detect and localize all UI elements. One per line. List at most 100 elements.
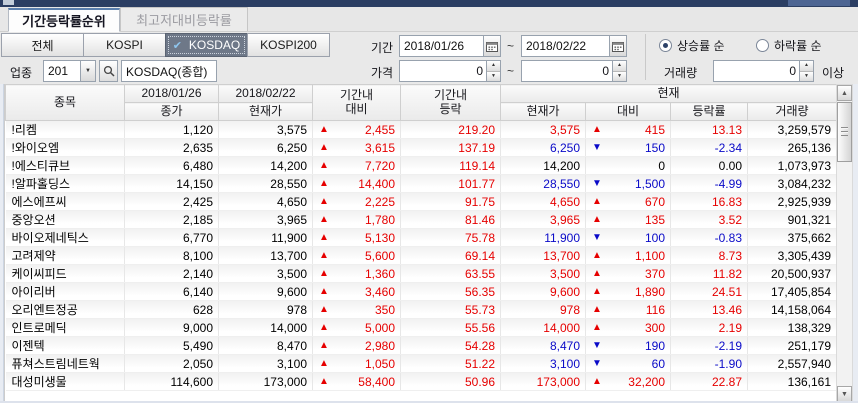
market-kospi-button[interactable]: KOSPI [83,33,166,57]
volume-value: 0 [789,64,796,78]
up-arrow-icon: ▲ [592,195,602,207]
market-kosdaq-button[interactable]: ✔ KOSDAQ [165,33,248,57]
period-change-cell: ▲ 2,225 [312,192,401,211]
spinner-buttons[interactable]: ▲ ▼ [486,61,500,81]
current-price-cell: 14,000 [500,318,586,337]
spin-up-icon[interactable]: ▲ [613,61,626,72]
spinner-buttons[interactable]: ▲ ▼ [612,61,626,81]
table-row[interactable]: !알파홀딩스 14,150 28,550 ▲ 14,400 101.77 28,550 ▼ 1,… [5,174,838,193]
period-from-input[interactable] [400,36,483,56]
change-value: 1,100 [634,248,665,263]
spin-down-icon[interactable]: ▼ [613,71,626,81]
col-header-date-to[interactable]: 2018/02/22 [218,84,313,103]
base-price-cell: 11,900 [218,228,313,247]
close-price-cell: 2,635 [124,138,219,157]
sort-up-option[interactable]: 상승률 순 [659,37,725,54]
spin-up-icon[interactable]: ▲ [487,61,500,72]
base-price-cell: 14,000 [218,318,313,337]
col-header-current-group[interactable]: 현재 [499,84,838,103]
scrollbar-thumb[interactable] [837,102,852,162]
up-arrow-icon: ▲ [319,357,329,369]
up-arrow-icon: ▲ [319,267,329,279]
scroll-down-button[interactable]: ▼ [837,386,852,402]
table-row[interactable]: 고려제약 8,100 13,700 ▲ 5,600 69.14 13,700 ▲ 1,100 8.… [5,246,838,265]
ranking-grid: 종목 2018/01/26 2018/02/22 기간내 대비 기간내 등락 현재 … [4,84,838,403]
close-price-cell: 5,490 [124,336,219,355]
tab-highlow-rank[interactable]: 최고저대비등락률 [120,7,248,31]
close-price-cell: 628 [124,300,219,319]
period-rate-cell: 55.56 [400,318,501,337]
table-row[interactable]: !에스티큐브 6,480 14,200 ▲ 7,720 119.14 14,200 0 0.00… [5,156,838,175]
sort-down-option[interactable]: 하락률 순 [756,37,822,54]
vertical-scrollbar[interactable]: ▲ ▼ [836,84,853,403]
up-arrow-icon: ▲ [592,285,602,297]
col-header-date-from[interactable]: 2018/01/26 [124,84,219,103]
up-arrow-icon: ▲ [592,213,602,225]
period-change-cell: ▲ 14,400 [312,174,401,193]
period-change-cell: ▲ 1,360 [312,264,401,283]
spinner-buttons[interactable]: ▲ ▼ [799,61,813,81]
spin-down-icon[interactable]: ▼ [487,71,500,81]
col-header-price[interactable]: 현재가 [218,102,313,121]
stock-name-cell: 이젠텍 [5,336,125,355]
period-change-cell: ▲ 3,615 [312,138,401,157]
scroll-up-button[interactable]: ▲ [837,85,852,101]
period-rate-cell: 219.20 [400,120,501,139]
volume-cell: 3,305,439 [747,246,838,265]
up-arrow-icon: ▲ [319,159,329,171]
combo-arrow-icon[interactable]: ▼ [80,61,95,81]
market-kospi200-button[interactable]: KOSPI200 [247,33,330,57]
calendar-button-from[interactable] [483,36,500,56]
volume-cell: 138,329 [747,318,838,337]
price-min-spinner[interactable]: 0 ▲ ▼ [399,60,501,82]
table-row[interactable]: !와이오엠 2,635 6,250 ▲ 3,615 137.19 6,250 ▼ 150 -2.3… [5,138,838,157]
table-row[interactable]: 오리엔트정공 628 978 ▲ 350 55.73 978 ▲ 116 13.46 14,158,… [5,300,838,319]
ranking-table: 종목 2018/01/26 2018/02/22 기간내 대비 기간내 등락 현재 … [5,84,838,391]
up-arrow-icon: ▲ [319,123,329,135]
period-to-input[interactable] [522,36,609,56]
change-value: 150 [644,140,665,155]
sector-search-button[interactable] [99,60,118,82]
table-row[interactable]: 바이오제네틱스 6,770 11,900 ▲ 5,130 75.78 11,900 ▼ 100-… [5,228,838,247]
base-price-cell: 3,965 [218,210,313,229]
change-value: 415 [644,122,665,137]
market-all-button[interactable]: 전체 [1,33,84,57]
current-price-cell: 4,650 [500,192,586,211]
scrollbar-grip-icon [841,127,848,136]
col-header-period-diff[interactable]: 기간내 대비 [312,84,401,121]
spin-down-icon[interactable]: ▼ [800,71,813,81]
table-row[interactable]: 인트로메딕 9,000 14,000 ▲ 5,000 55.56 14,000 ▲ 300 2.1… [5,318,838,337]
stock-name-cell: 중앙오션 [5,210,125,229]
col-header-period-rate[interactable]: 기간내 등락 [400,84,501,121]
col-header-cur-price[interactable]: 현재가 [500,102,586,121]
volume-cell: 251,179 [747,336,838,355]
table-row[interactable]: 퓨쳐스트림네트웍 2,050 3,100 ▲ 1,050 51.22 3,100 ▼ 60 -1.… [5,354,838,373]
table-row[interactable]: 중앙오션 2,185 3,965 ▲ 1,780 81.46 3,965 ▲ 135 3.52 90… [5,210,838,229]
radio-unselected-icon [756,39,769,52]
col-header-cur-diff[interactable]: 대비 [585,102,671,121]
col-header-cur-rate[interactable]: 등락률 [670,102,748,121]
sector-name-input[interactable] [122,61,216,81]
col-header-close[interactable]: 종가 [124,102,219,121]
period-change-cell: ▲ 58,400 [312,372,401,391]
col-header-stock[interactable]: 종목 [5,84,125,121]
table-row[interactable]: 에스에프씨 2,425 4,650 ▲ 2,225 91.75 4,650 ▲ 670 16.83… [5,192,838,211]
sector-code-input[interactable] [44,61,80,81]
table-row[interactable]: 이젠텍 5,490 8,470 ▲ 2,980 54.28 8,470 ▼ 190 -2.19 25… [5,336,838,355]
table-row[interactable]: 아이리버 6,140 9,600 ▲ 3,460 56.35 9,600 ▲ 1,890 24.5… [5,282,838,301]
close-price-cell: 14,150 [124,174,219,193]
price-max-spinner[interactable]: 0 ▲ ▼ [521,60,627,82]
current-change-cell: ▼ 190 [585,336,671,355]
spin-up-icon[interactable]: ▲ [800,61,813,72]
stock-name-cell: !리켐 [5,120,125,139]
table-row[interactable]: 대성미생물 114,600 173,000 ▲ 58,400 50.96 173,000 ▲ 3… [5,372,838,391]
period-change-cell: ▲ 3,460 [312,282,401,301]
table-row[interactable]: 케이씨피드 2,140 3,500 ▲ 1,360 63.55 3,500 ▲ 370 11.82… [5,264,838,283]
stock-name-cell: !에스티큐브 [5,156,125,175]
calendar-button-to[interactable] [609,36,626,56]
period-rate-cell: 54.28 [400,336,501,355]
table-row[interactable]: !리켐 1,120 3,575 ▲ 2,455 219.20 3,575 ▲ 415 13.13 3… [5,120,838,139]
tab-period-rank[interactable]: 기간등락률순위 [8,8,120,32]
col-header-volume[interactable]: 거래량 [746,102,838,121]
volume-spinner[interactable]: 0 ▲ ▼ [713,60,814,82]
